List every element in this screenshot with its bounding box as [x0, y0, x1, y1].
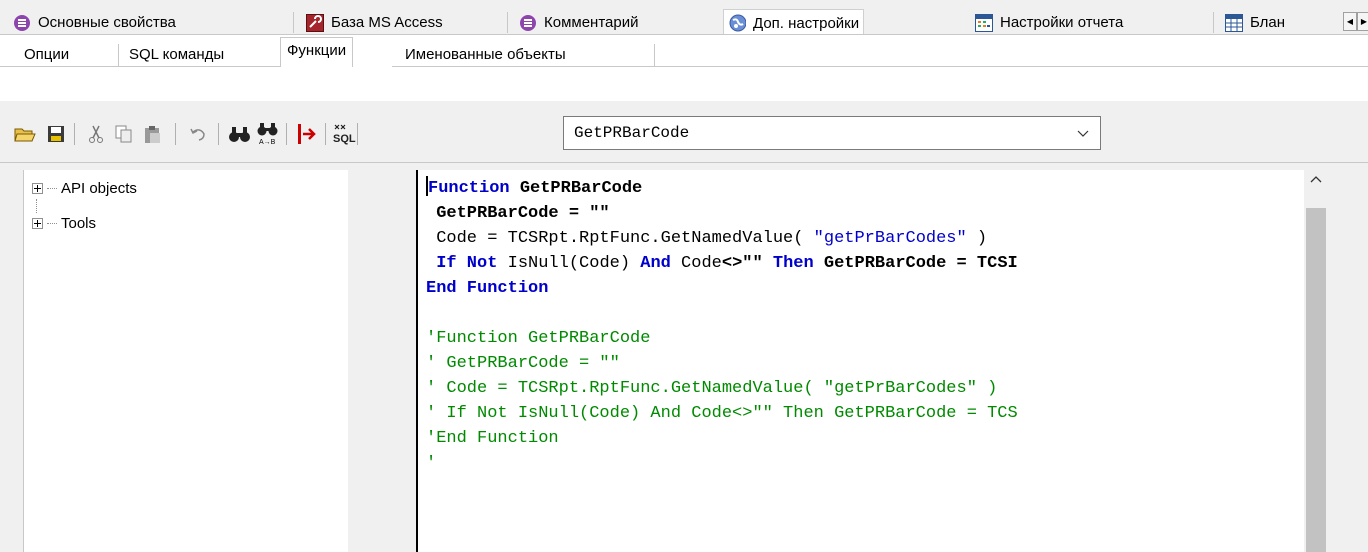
svg-text:SQL: SQL: [333, 133, 356, 145]
find-icon[interactable]: [228, 122, 252, 146]
code-line: End Function: [426, 276, 1018, 301]
code-token: Code: [670, 254, 722, 273]
cut-icon[interactable]: [84, 122, 108, 146]
sql-icon[interactable]: SQL: [333, 122, 357, 146]
subtab-label: Именованные объекты: [405, 45, 566, 63]
tab-label: Настройки отчета: [1000, 14, 1124, 31]
subtab-sql-commands[interactable]: SQL команды: [123, 43, 230, 65]
subtab-label: Опции: [24, 45, 70, 63]
code-line: GetPRBarCode = "": [426, 201, 1018, 226]
tab-ms-access-db[interactable]: База MS Access: [306, 12, 443, 33]
report-settings-icon: [975, 13, 993, 32]
tree-item-label: API objects: [61, 179, 137, 197]
code-token: 'End Function: [426, 429, 559, 448]
tree-item-api-objects[interactable]: API objects: [32, 178, 137, 198]
code-line: ': [426, 451, 1018, 476]
replace-icon[interactable]: A→B: [256, 122, 280, 146]
code-line: 'Function GetPRBarCode: [426, 326, 1018, 351]
code-token: GetPRBarCode: [509, 179, 643, 198]
subtab-named-objects[interactable]: Именованные объекты: [399, 43, 572, 65]
editor-toolbar: A→B SQL GetPRBarCode: [0, 115, 1368, 153]
paste-icon[interactable]: [140, 122, 164, 146]
code-line: 'End Function: [426, 426, 1018, 451]
save-disk-icon[interactable]: [44, 122, 68, 146]
copy-icon[interactable]: [112, 122, 136, 146]
undo-icon[interactable]: [186, 122, 210, 146]
tree-item-label: Tools: [61, 214, 97, 232]
function-select-value: GetPRBarCode: [574, 124, 690, 142]
code-token: GetPRBarCode = TCSI: [813, 254, 1018, 273]
subtab-options[interactable]: Опции: [18, 43, 75, 65]
tab-report-settings[interactable]: Настройки отчета: [975, 12, 1123, 33]
svg-text:A→B: A→B: [259, 139, 276, 146]
tab-label: Доп. настройки: [753, 14, 860, 32]
tab-comment[interactable]: Комментарий: [519, 12, 638, 33]
code-token: End Function: [426, 279, 549, 298]
expand-plus-icon[interactable]: [32, 217, 43, 229]
code-token: ' GetPRBarCode = "": [426, 354, 620, 373]
code-token: If Not: [426, 254, 498, 273]
code-token: Code = TCSRpt.RptFunc.GetNamedValue(: [426, 229, 814, 248]
scroll-up-icon[interactable]: [1306, 174, 1326, 194]
tab-scroll-right-button[interactable]: ▶: [1357, 12, 1368, 31]
goto-icon[interactable]: [294, 122, 318, 146]
code-line: ' Code = TCSRpt.RptFunc.GetNamedValue( "…: [426, 376, 1018, 401]
code-token: IsNull(Code): [497, 254, 641, 273]
code-line: If Not IsNull(Code) And Code<>"" Then Ge…: [426, 251, 1018, 276]
globe-icon: [728, 14, 746, 32]
code-token: 'Function GetPRBarCode: [426, 329, 651, 348]
document-tabs: Основные свойства База MS Access Коммент…: [0, 0, 1368, 36]
tab-additional-settings[interactable]: Доп. настройки: [723, 9, 865, 36]
subtab-label: Функции: [287, 42, 347, 59]
code-token: GetPRBarCode = "": [426, 204, 610, 223]
code-token: Then: [772, 254, 814, 273]
tab-label: Основные свойства: [38, 14, 176, 31]
code-text[interactable]: Function GetPRBarCode GetPRBarCode = "" …: [426, 176, 1018, 476]
comment-circle-icon: [519, 14, 537, 32]
tab-label: Комментарий: [544, 14, 639, 31]
code-token: And: [640, 254, 671, 273]
subtab-label: SQL команды: [129, 45, 225, 63]
code-line: Function GetPRBarCode: [426, 176, 1018, 201]
code-editor[interactable]: Function GetPRBarCode GetPRBarCode = "" …: [418, 170, 1304, 552]
scrollbar-thumb[interactable]: [1306, 208, 1326, 552]
access-key-icon: [306, 13, 324, 32]
subtab-functions[interactable]: Функции: [280, 37, 354, 67]
expand-plus-icon[interactable]: [32, 182, 43, 194]
database-circle-icon: [13, 14, 31, 32]
tab-label: Блан: [1250, 14, 1286, 31]
tab-scroll-buttons: ◀ ▶: [1343, 12, 1368, 31]
tab-label: База MS Access: [331, 14, 443, 31]
code-token: Function: [428, 179, 510, 198]
code-line: Code = TCSRpt.RptFunc.GetNamedValue( "ge…: [426, 226, 1018, 251]
tab-main-properties[interactable]: Основные свойства: [13, 12, 176, 33]
code-line: ' GetPRBarCode = "": [426, 351, 1018, 376]
tab-scroll-left-button[interactable]: ◀: [1343, 12, 1357, 31]
chevron-down-icon: [1076, 126, 1090, 144]
code-token: ): [966, 229, 988, 248]
code-token: ': [426, 454, 437, 473]
code-line: ' If Not IsNull(Code) And Code<>"" Then …: [426, 401, 1018, 426]
code-token: ' If Not IsNull(Code) And Code<>"" Then …: [426, 404, 1018, 423]
code-token: ' Code = TCSRpt.RptFunc.GetNamedValue( "…: [426, 379, 998, 398]
editor-gutter: [348, 170, 416, 552]
code-token: "getPrBarCodes": [813, 229, 967, 248]
tab-form-blank[interactable]: Блан: [1225, 12, 1285, 33]
open-folder-icon[interactable]: [13, 122, 37, 146]
object-tree: API objects Tools: [23, 170, 349, 552]
form-grid-icon: [1225, 13, 1243, 32]
code-token: <>"": [721, 254, 763, 273]
function-select[interactable]: GetPRBarCode: [563, 116, 1101, 150]
tree-item-tools[interactable]: Tools: [32, 213, 96, 233]
